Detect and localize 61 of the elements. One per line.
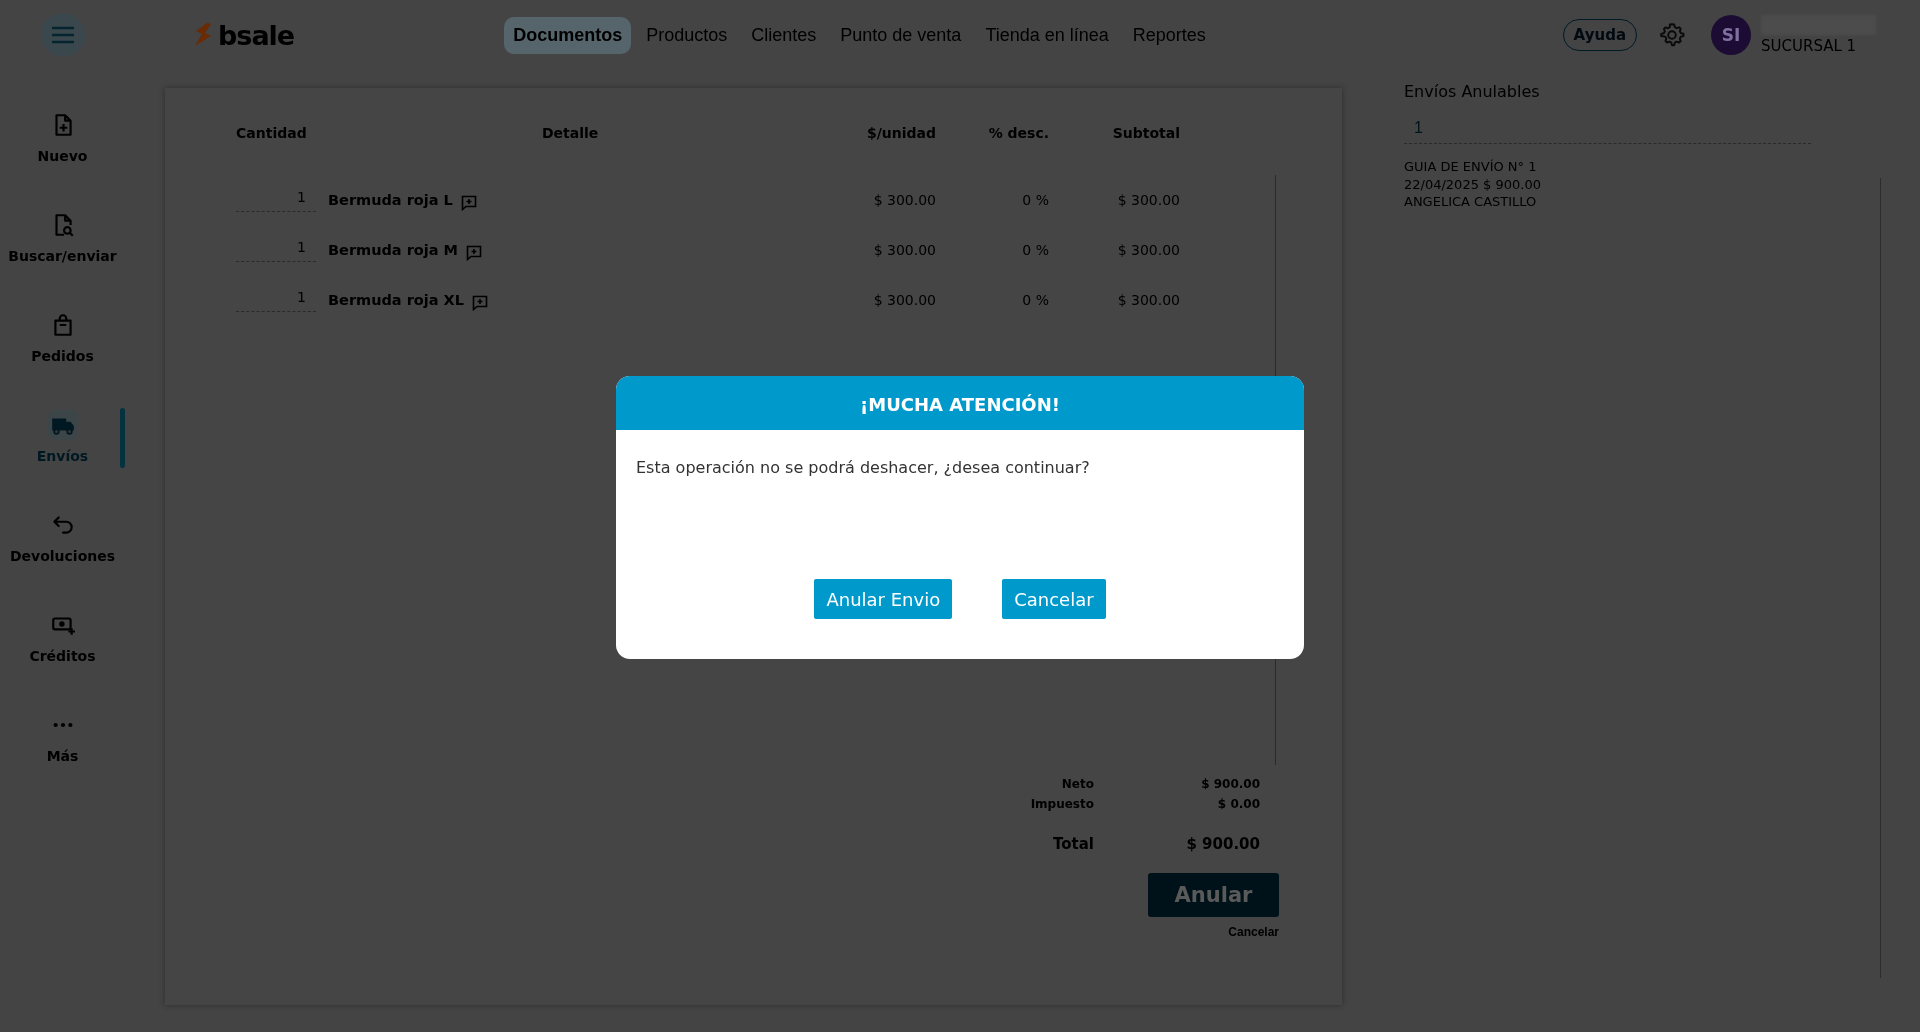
table-cell-text: $ 300.00: [872, 192, 936, 208]
total-value: $ 0.00: [1216, 797, 1260, 811]
total-value: $ 900.00: [1200, 777, 1260, 791]
nav-tab[interactable]: Documentos: [504, 16, 632, 54]
result-line[interactable]: GUIA DE ENVÍO N° 1: [1404, 158, 1920, 176]
more-icon: [52, 722, 73, 728]
column-header: $/unidad: [865, 125, 936, 141]
nav-tab[interactable]: Reportes: [1123, 16, 1215, 54]
sidebar-item[interactable]: Envíos: [0, 398, 125, 498]
bsale-logo[interactable]: bsale: [193, 19, 295, 51]
table-cell-text: $ 300.00: [872, 292, 936, 308]
confirm-button[interactable]: Anular Envio: [814, 579, 953, 619]
void-button[interactable]: Anular: [1148, 873, 1279, 917]
column-header: Subtotal: [1111, 125, 1180, 141]
result-line[interactable]: ANGELICA CASTILLO: [1404, 193, 1920, 211]
column-header: % desc.: [987, 125, 1049, 141]
branch-label: SUCURSAL 1: [1761, 37, 1858, 55]
table-cell-text: $ 300.00: [1116, 242, 1180, 258]
cancel-link[interactable]: Cancelar: [1228, 925, 1279, 939]
search-field[interactable]: 1: [1404, 119, 1811, 144]
item-detail: Bermuda roja M: [328, 242, 459, 258]
total-label: Neto: [1060, 777, 1094, 791]
active-indicator: [120, 408, 125, 468]
panel-title: Envíos Anulables: [1404, 82, 1541, 101]
comment-add-icon[interactable]: [466, 245, 483, 261]
nav-tab[interactable]: Clientes: [742, 16, 826, 54]
cancel-button[interactable]: Cancelar: [1002, 579, 1106, 619]
item-detail: Bermuda roja L: [328, 192, 453, 208]
dialog-title: ¡MUCHA ATENCIÓN!: [860, 392, 1060, 415]
total-label: Total: [1052, 835, 1094, 853]
menu-button[interactable]: [41, 13, 85, 57]
quantity-field[interactable]: 1: [236, 188, 316, 212]
nav-tab[interactable]: Tienda en línea: [976, 16, 1118, 54]
sidebar-item[interactable]: Devoluciones: [0, 498, 125, 598]
table-cell-text: 0 %: [1021, 242, 1049, 258]
comment-add-icon[interactable]: [472, 295, 488, 311]
total-value: $ 900.00: [1185, 835, 1260, 853]
column-header: Detalle: [541, 125, 600, 141]
sidebar-item[interactable]: Créditos: [0, 598, 125, 698]
table-cell-text: 0 %: [1021, 192, 1049, 208]
sidebar-item[interactable]: Pedidos: [0, 298, 125, 398]
table-cell-text: $ 300.00: [1116, 192, 1180, 208]
table-cell-text: 0 %: [1021, 292, 1049, 308]
comment-add-icon[interactable]: [460, 195, 477, 211]
sidebar-item[interactable]: Buscar/enviar: [0, 198, 125, 298]
total-label: Impuesto: [1029, 797, 1094, 811]
sidebar-item[interactable]: Nuevo: [0, 98, 125, 198]
result-line[interactable]: 22/04/2025 $ 900.00: [1404, 175, 1920, 193]
user-avatar[interactable]: SI: [1711, 15, 1751, 55]
quantity-field[interactable]: 1: [236, 288, 316, 312]
settings-icon[interactable]: [1659, 22, 1685, 48]
quantity-field[interactable]: 1: [236, 238, 316, 262]
item-detail: Bermuda roja XL: [328, 292, 464, 308]
nav-tab[interactable]: Productos: [637, 16, 737, 54]
menu-icon: [52, 26, 74, 44]
sidebar-item[interactable]: Más: [0, 698, 125, 798]
column-header: Cantidad: [236, 125, 308, 141]
nav-tab[interactable]: Punto de venta: [831, 16, 971, 54]
dialog-message: Esta operación no se podrá deshacer, ¿desea continuar?: [636, 458, 1091, 477]
table-cell-text: $ 300.00: [1116, 292, 1180, 308]
table-cell-text: $ 300.00: [872, 242, 936, 258]
